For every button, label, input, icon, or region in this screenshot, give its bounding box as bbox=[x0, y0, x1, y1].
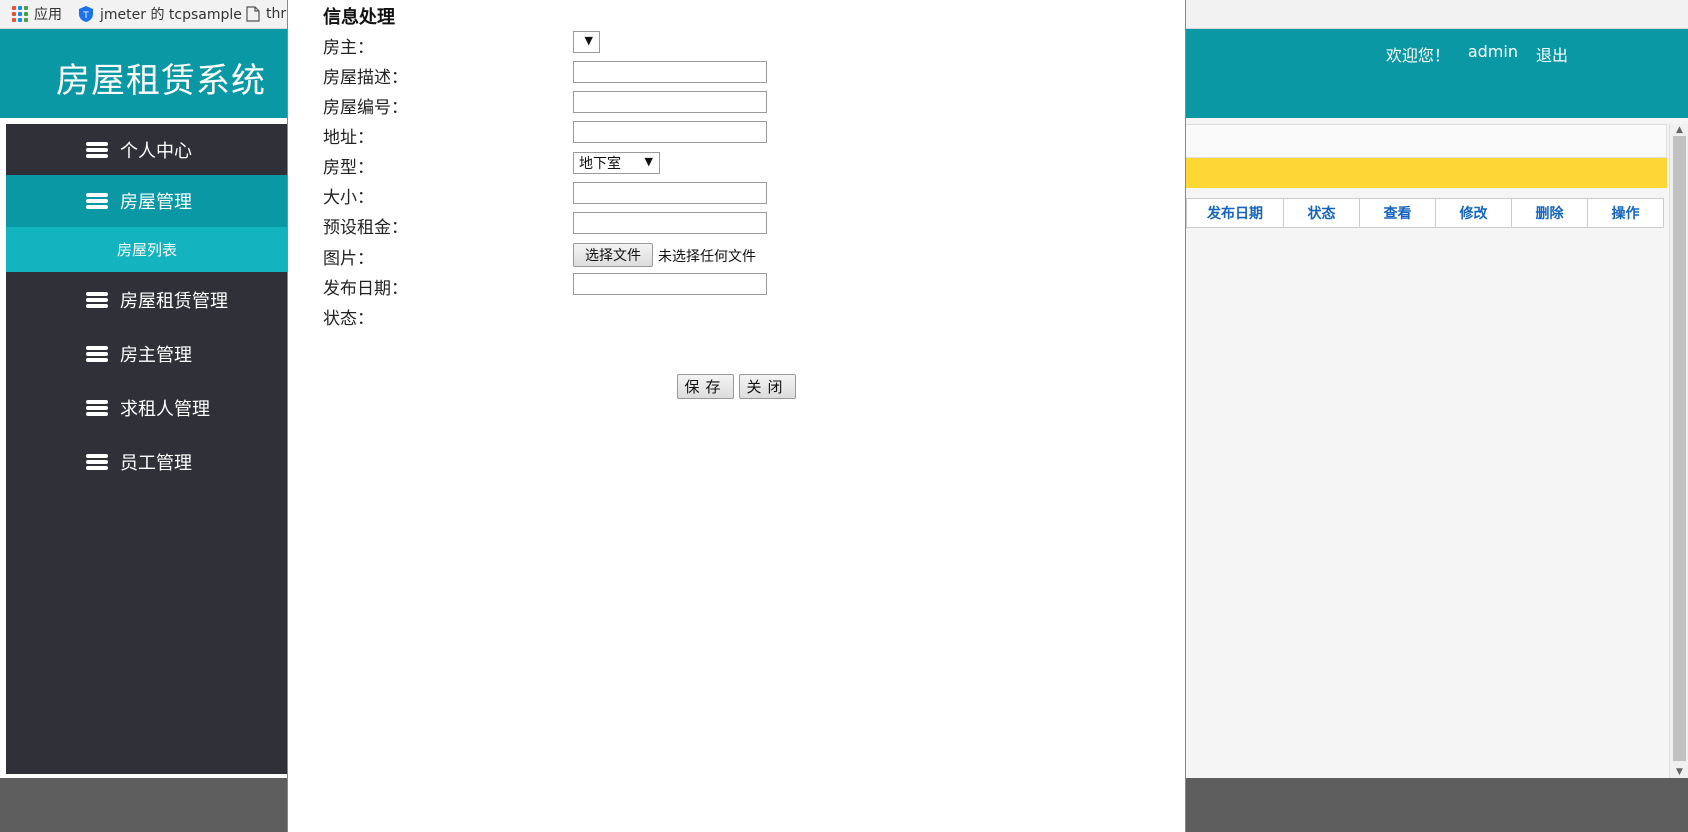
bookmark-thr[interactable]: thr bbox=[246, 3, 286, 25]
number-input[interactable] bbox=[573, 91, 767, 113]
scroll-up-icon[interactable]: ▲ bbox=[1670, 124, 1688, 136]
sidebar: 个人中心 房屋管理 房屋列表 房屋租赁管理 房主管理 求租人管理 员工管理 bbox=[6, 124, 288, 774]
dropdown-arrow-icon: ▼ bbox=[584, 34, 593, 47]
sidebar-item-house-management[interactable]: 房屋管理 bbox=[6, 175, 288, 227]
address-input[interactable] bbox=[573, 121, 767, 143]
label-landlord: 房主： bbox=[323, 38, 374, 58]
header-user-area: 欢迎您！ admin 退出 bbox=[1386, 42, 1568, 66]
landlord-select[interactable]: ▼ bbox=[573, 31, 600, 53]
label-address: 地址： bbox=[323, 128, 374, 148]
close-button[interactable]: 关闭 bbox=[739, 374, 796, 399]
apps-icon bbox=[12, 6, 28, 22]
sidebar-item-tenant-management[interactable]: 求租人管理 bbox=[6, 382, 288, 434]
stack-icon bbox=[86, 141, 108, 159]
label-status: 状态： bbox=[323, 309, 374, 329]
bookmark-label: thr bbox=[266, 6, 287, 22]
save-button[interactable]: 保存 bbox=[677, 374, 734, 399]
username-link[interactable]: admin bbox=[1468, 42, 1518, 66]
stack-icon bbox=[86, 291, 108, 309]
stack-icon bbox=[86, 345, 108, 363]
label-type: 房型： bbox=[323, 158, 374, 178]
column-header-delete: 删除 bbox=[1512, 199, 1588, 227]
bookmark-jmeter[interactable]: T jmeter 的 tcpsample bbox=[78, 3, 242, 25]
label-image: 图片： bbox=[323, 249, 374, 269]
stack-icon bbox=[86, 453, 108, 471]
info-modal: 信息处理 房主： ▼ 房屋描述： 房屋编号： 地址： 房型： 地下室 ▼ 大小：… bbox=[287, 0, 1186, 832]
content-scrollbar[interactable]: ▲ ▼ bbox=[1669, 124, 1688, 778]
label-rent: 预设租金： bbox=[323, 218, 408, 238]
sidebar-item-rental-management[interactable]: 房屋租赁管理 bbox=[6, 274, 288, 326]
bookmark-label: 应用 bbox=[34, 7, 62, 23]
description-input[interactable] bbox=[573, 61, 767, 83]
label-number: 房屋编号： bbox=[323, 98, 408, 118]
type-select-value: 地下室 bbox=[579, 156, 621, 172]
shield-icon: T bbox=[79, 6, 93, 22]
breadcrumb-bar bbox=[1186, 124, 1667, 158]
sidebar-item-label: 个人中心 bbox=[120, 141, 192, 162]
dropdown-arrow-icon: ▼ bbox=[644, 155, 653, 168]
app-title: 房屋租赁系统 bbox=[56, 61, 266, 101]
scroll-down-icon[interactable]: ▼ bbox=[1670, 766, 1688, 778]
modal-title: 信息处理 bbox=[323, 7, 395, 28]
date-input[interactable] bbox=[573, 273, 767, 295]
choose-file-button[interactable]: 选择文件 bbox=[573, 243, 653, 267]
welcome-text: 欢迎您！ bbox=[1385, 46, 1450, 65]
stack-icon bbox=[86, 192, 108, 210]
column-header-view: 查看 bbox=[1360, 199, 1436, 227]
toolbar-highlight-bar bbox=[1186, 158, 1667, 188]
sidebar-item-personal-center[interactable]: 个人中心 bbox=[6, 124, 288, 176]
sidebar-item-staff-management[interactable]: 员工管理 bbox=[6, 436, 288, 488]
type-select[interactable]: 地下室 ▼ bbox=[573, 152, 660, 174]
column-header-date: 发布日期 bbox=[1187, 199, 1284, 227]
label-size: 大小： bbox=[323, 188, 374, 208]
stack-icon bbox=[86, 399, 108, 417]
sidebar-item-label: 房主管理 bbox=[120, 345, 192, 366]
column-header-status: 状态 bbox=[1284, 199, 1360, 227]
page-icon bbox=[246, 6, 260, 22]
sidebar-item-label: 房屋租赁管理 bbox=[120, 291, 228, 312]
svg-text:T: T bbox=[82, 11, 89, 21]
sidebar-item-label: 房屋管理 bbox=[120, 192, 192, 213]
sidebar-item-label: 求租人管理 bbox=[120, 399, 210, 420]
rent-input[interactable] bbox=[573, 212, 767, 234]
label-date: 发布日期： bbox=[323, 279, 408, 299]
column-header-edit: 修改 bbox=[1436, 199, 1512, 227]
bookmark-apps[interactable]: 应用 bbox=[12, 3, 62, 25]
label-description: 房屋描述： bbox=[323, 68, 408, 88]
scroll-thumb[interactable] bbox=[1673, 136, 1686, 761]
sidebar-item-label: 员工管理 bbox=[120, 453, 192, 474]
table-header-row: 发布日期 状态 查看 修改 删除 操作 bbox=[1186, 198, 1664, 228]
column-header-action: 操作 bbox=[1611, 206, 1640, 222]
bookmark-label: jmeter 的 tcpsample bbox=[100, 7, 242, 23]
sidebar-subitem-house-list[interactable]: 房屋列表 bbox=[6, 227, 288, 272]
size-input[interactable] bbox=[573, 182, 767, 204]
logout-link[interactable]: 退出 bbox=[1536, 42, 1568, 66]
sidebar-item-landlord-management[interactable]: 房主管理 bbox=[6, 328, 288, 380]
file-status-text: 未选择任何文件 bbox=[658, 249, 756, 265]
